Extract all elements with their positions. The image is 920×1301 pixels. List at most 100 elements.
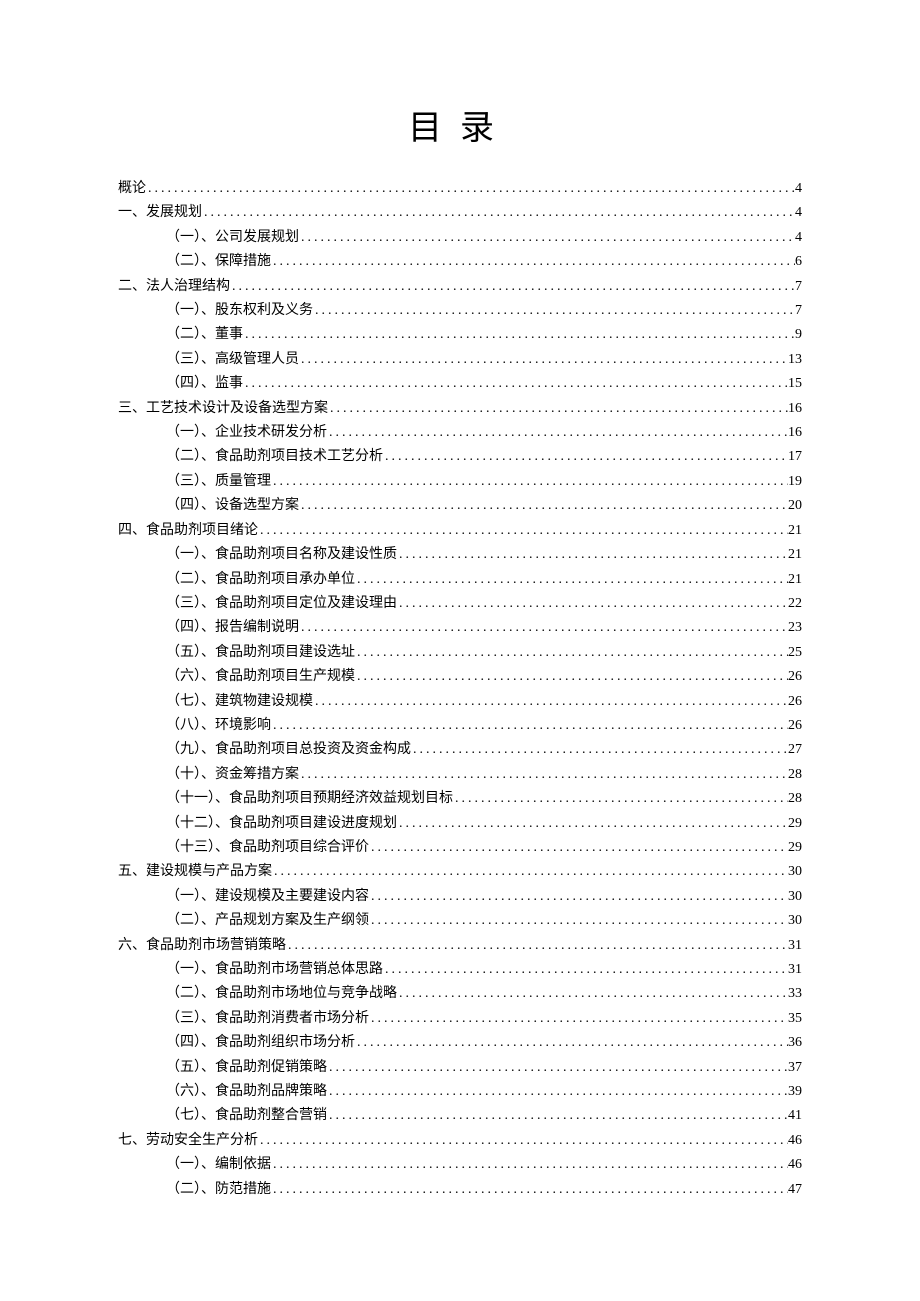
toc-entry-page: 21 (788, 543, 802, 567)
toc-leader-dots (327, 1080, 788, 1104)
toc-entry-page: 30 (788, 860, 802, 884)
toc-entry: （四）、设备选型方案20 (118, 494, 802, 518)
toc-entry: （八）、环境影响26 (118, 714, 802, 738)
toc-entry: 概论4 (118, 177, 802, 201)
toc-entry-page: 16 (788, 421, 802, 445)
toc-entry: （十二）、食品助剂项目建设进度规划 29 (118, 812, 802, 836)
toc-leader-dots (397, 592, 788, 616)
toc-entry-page: 4 (795, 226, 802, 250)
toc-entry-label: 一、发展规划 (118, 201, 202, 225)
toc-entry-label: （十）、资金筹措方案 (166, 763, 299, 787)
toc-entry-page: 19 (788, 470, 802, 494)
toc-entry: （一）、食品助剂项目名称及建设性质21 (118, 543, 802, 567)
toc-entry-label: 五、建设规模与产品方案 (118, 860, 272, 884)
toc-entry-label: （一）、建设规模及主要建设内容 (166, 885, 369, 909)
toc-entry-page: 39 (788, 1080, 802, 1104)
toc-entry: （十三）、食品助剂项目综合评价29 (118, 836, 802, 860)
toc-entry-page: 25 (788, 641, 802, 665)
toc-entry: 四、食品助剂项目绪论21 (118, 519, 802, 543)
toc-entry-page: 33 (788, 982, 802, 1006)
toc-entry-page: 4 (795, 177, 802, 201)
toc-leader-dots (271, 1153, 788, 1177)
toc-leader-dots (355, 568, 788, 592)
toc-entry-page: 46 (788, 1129, 802, 1153)
toc-leader-dots (397, 812, 788, 836)
toc-entry: 七、劳动安全生产分析46 (118, 1129, 802, 1153)
toc-leader-dots (383, 958, 788, 982)
toc-entry: （四）、食品助剂组织市场分析 36 (118, 1031, 802, 1055)
toc-entry-label: （十一）、食品助剂项目预期经济效益规划目标 (166, 787, 453, 811)
toc-entry: （九）、食品助剂项目总投资及资金构成27 (118, 738, 802, 762)
toc-leader-dots (355, 641, 788, 665)
toc-title: 目录 (118, 100, 802, 149)
toc-leader-dots (258, 1129, 788, 1153)
toc-leader-dots (286, 934, 788, 958)
toc-entry-page: 47 (788, 1178, 802, 1202)
toc-leader-dots (313, 299, 795, 323)
toc-leader-dots (369, 1007, 788, 1031)
toc-entry-page: 26 (788, 714, 802, 738)
toc-entry-label: （四）、监事 (166, 372, 243, 396)
toc-entry: （四）、报告编制说明23 (118, 616, 802, 640)
toc-entry-label: 六、食品助剂市场营销策略 (118, 934, 286, 958)
toc-leader-dots (327, 421, 788, 445)
toc-entry: （一）、公司发展规划4 (118, 226, 802, 250)
toc-entry-page: 29 (788, 812, 802, 836)
toc-entry-label: （一）、企业技术研发分析 (166, 421, 327, 445)
toc-entry: （七）、建筑物建设规模 26 (118, 690, 802, 714)
toc-entry-label: （二）、食品助剂市场地位与竞争战略 (166, 982, 397, 1006)
toc-entry: （二）、食品助剂市场地位与竞争战略 33 (118, 982, 802, 1006)
toc-entry-label: （一）、股东权利及义务 (166, 299, 313, 323)
toc-leader-dots (272, 860, 788, 884)
toc-leader-dots (369, 836, 788, 860)
toc-entry-page: 36 (788, 1031, 802, 1055)
toc-entry-page: 35 (788, 1007, 802, 1031)
toc-leader-dots (271, 250, 795, 274)
toc-entry-label: （三）、高级管理人员 (166, 348, 299, 372)
toc-entry: （二）、董事 9 (118, 323, 802, 347)
toc-entry-page: 26 (788, 665, 802, 689)
toc-entry-page: 9 (795, 323, 802, 347)
toc-leader-dots (397, 982, 788, 1006)
toc-entry: （五）、食品助剂促销策略37 (118, 1056, 802, 1080)
toc-entry-label: （六）、食品助剂品牌策略 (166, 1080, 327, 1104)
toc-leader-dots (369, 885, 788, 909)
toc-leader-dots (313, 690, 788, 714)
toc-entry: （一）、建设规模及主要建设内容30 (118, 885, 802, 909)
toc-leader-dots (299, 763, 788, 787)
toc-entry-page: 28 (788, 787, 802, 811)
toc-leader-dots (202, 201, 795, 225)
toc-entry-label: （二）、食品助剂项目承办单位 (166, 568, 355, 592)
toc-leader-dots (243, 372, 788, 396)
toc-entry-label: （七）、建筑物建设规模 (166, 690, 313, 714)
toc-leader-dots (328, 397, 788, 421)
toc-entry-label: （十三）、食品助剂项目综合评价 (166, 836, 369, 860)
toc-leader-dots (271, 714, 788, 738)
toc-entry: （十）、资金筹措方案28 (118, 763, 802, 787)
toc-leader-dots (369, 909, 788, 933)
toc-entry-page: 31 (788, 934, 802, 958)
toc-entry: （二）、防范措施 47 (118, 1178, 802, 1202)
toc-entry-page: 13 (788, 348, 802, 372)
toc-leader-dots (299, 616, 788, 640)
toc-leader-dots (271, 470, 788, 494)
toc-entry-label: （二）、产品规划方案及生产纲领 (166, 909, 369, 933)
toc-leader-dots (230, 275, 795, 299)
toc-entry: （一）、食品助剂市场营销总体思路31 (118, 958, 802, 982)
toc-entry: （七）、食品助剂整合营销41 (118, 1104, 802, 1128)
toc-entry-label: （五）、食品助剂项目建设选址 (166, 641, 355, 665)
toc-entry-page: 46 (788, 1153, 802, 1177)
toc-entry-label: （四）、食品助剂组织市场分析 (166, 1031, 355, 1055)
toc-entry-label: （十二）、食品助剂项目建设进度规划 (166, 812, 397, 836)
toc-entry: （二）、食品助剂项目技术工艺分析17 (118, 445, 802, 469)
toc-entry-page: 21 (788, 519, 802, 543)
toc-entry-label: （二）、防范措施 (166, 1178, 271, 1202)
toc-entry-page: 26 (788, 690, 802, 714)
toc-entry-label: （七）、食品助剂整合营销 (166, 1104, 327, 1128)
toc-entry-label: （四）、报告编制说明 (166, 616, 299, 640)
toc-leader-dots (327, 1056, 788, 1080)
toc-entry-label: （六）、食品助剂项目生产规模 (166, 665, 355, 689)
toc-entry-label: 二、法人治理结构 (118, 275, 230, 299)
toc-entry-label: （二）、董事 (166, 323, 243, 347)
toc-entry-page: 20 (788, 494, 802, 518)
